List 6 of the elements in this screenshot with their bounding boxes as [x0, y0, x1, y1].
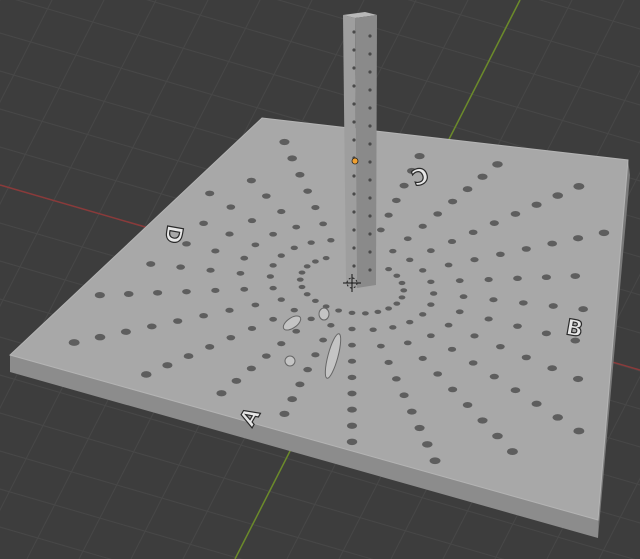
cursor-icon — [342, 274, 362, 292]
embossed-letter: A — [236, 404, 266, 431]
viewport-3d[interactable]: A B C D — [0, 0, 640, 559]
embossed-letter: B — [564, 315, 585, 343]
embossed-letter: C — [408, 160, 432, 190]
embossed-letter: D — [158, 222, 187, 246]
